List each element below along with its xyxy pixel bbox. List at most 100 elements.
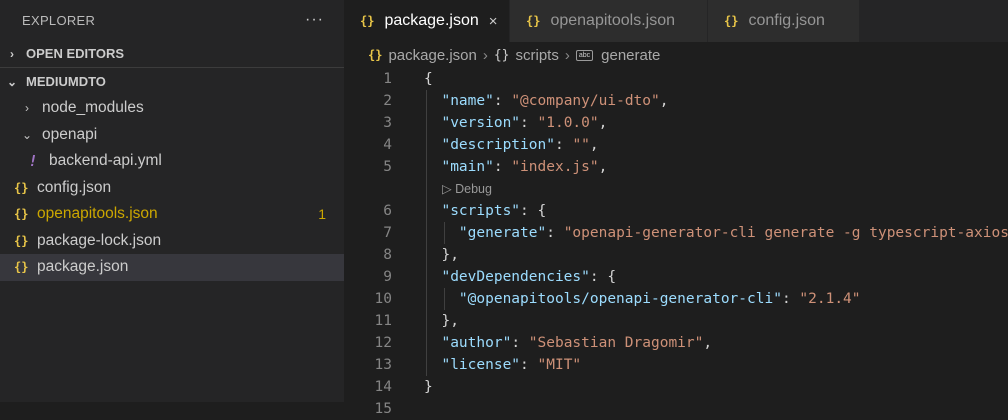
line-number: 8 bbox=[383, 247, 392, 263]
project-section[interactable]: ⌄ MEDIUMDTO bbox=[0, 67, 344, 95]
code-token: "" bbox=[572, 137, 590, 153]
tab-config-json[interactable]: {} config.json bbox=[708, 0, 860, 42]
json-file-icon: {} bbox=[360, 14, 375, 28]
code-token: : { bbox=[520, 203, 547, 219]
code-token: "scripts" bbox=[441, 203, 521, 219]
code-token: , bbox=[598, 159, 608, 175]
code-token: , bbox=[589, 137, 599, 153]
tree-item-backend-api-yml[interactable]: ! backend-api.yml bbox=[0, 148, 344, 175]
chevron-down-icon: ⌄ bbox=[6, 74, 18, 89]
code-token: , bbox=[598, 115, 608, 131]
code-token: "openapi-generator-cli generate -g types… bbox=[563, 225, 1008, 241]
code-token: : bbox=[546, 225, 564, 241]
code-token: "devDependencies" bbox=[441, 269, 590, 285]
code-token: "version" bbox=[441, 115, 521, 131]
code-token: "2.1.4" bbox=[799, 291, 861, 307]
project-label: MEDIUMDTO bbox=[26, 74, 106, 89]
code-token: "generate" bbox=[458, 225, 547, 241]
line-number: 12 bbox=[374, 335, 392, 351]
indent-guide bbox=[444, 222, 445, 244]
json-file-icon: {} bbox=[14, 260, 29, 275]
tree-item-label: backend-api.yml bbox=[49, 152, 162, 170]
tree-item-openapitools-json[interactable]: {} openapitools.json 1 bbox=[0, 201, 344, 228]
open-editors-label: OPEN EDITORS bbox=[26, 46, 125, 61]
code-line: 8 }, bbox=[344, 244, 1008, 266]
editor-tabs: {} package.json × {} openapitools.json {… bbox=[344, 0, 1008, 42]
json-file-icon: {} bbox=[526, 14, 541, 28]
tab-openapitools-json[interactable]: {} openapitools.json bbox=[510, 0, 708, 42]
tree-item-label: package-lock.json bbox=[37, 231, 162, 249]
line-number: 5 bbox=[383, 159, 392, 175]
code-token: { bbox=[424, 71, 433, 87]
code-token: : { bbox=[589, 269, 617, 285]
tab-package-json[interactable]: {} package.json × bbox=[344, 0, 510, 42]
code-token: }, bbox=[424, 247, 459, 263]
indent-guide bbox=[426, 90, 427, 376]
tree-item-label: openapitools.json bbox=[37, 205, 158, 223]
code-token: , bbox=[659, 93, 669, 109]
code-token: "name" bbox=[441, 93, 494, 109]
line-number: 3 bbox=[383, 115, 392, 131]
code-line: 12 "author": "Sebastian Dragomir", bbox=[344, 332, 1008, 354]
code-token: "index.js" bbox=[511, 159, 599, 175]
line-number: 4 bbox=[383, 137, 392, 153]
object-icon: {} bbox=[493, 47, 510, 63]
code-token: : bbox=[493, 159, 512, 175]
json-file-icon: {} bbox=[14, 180, 29, 195]
editor-area: {} package.json × {} openapitools.json {… bbox=[344, 0, 1008, 417]
code-line: 6 "scripts": { bbox=[344, 200, 1008, 222]
tab-label: config.json bbox=[748, 12, 825, 29]
code-token: } bbox=[424, 379, 433, 395]
code-token: "license" bbox=[441, 357, 521, 373]
code-token: "@openapitools/openapi-generator-cli" bbox=[458, 291, 782, 307]
tree-item-node-modules[interactable]: › node_modules bbox=[0, 95, 344, 122]
debug-codelens[interactable]: ▷ Debug bbox=[344, 178, 1008, 200]
breadcrumb-generate[interactable]: generate bbox=[601, 47, 660, 64]
vscode-window: EXPLORER ··· › OPEN EDITORS ⌄ MEDIUMDTO … bbox=[0, 0, 1008, 417]
tree-item-openapi[interactable]: ⌄ openapi bbox=[0, 122, 344, 149]
code-line: 13 "license": "MIT" bbox=[344, 354, 1008, 376]
tree-item-package-json[interactable]: {} package.json bbox=[0, 254, 344, 281]
tree-item-label: config.json bbox=[37, 178, 112, 196]
code-token: : bbox=[781, 291, 800, 307]
line-number: 6 bbox=[383, 203, 392, 219]
explorer-header: EXPLORER ··· bbox=[0, 0, 344, 40]
json-file-icon: {} bbox=[368, 48, 383, 62]
line-number: 14 bbox=[374, 379, 392, 395]
code-token: "MIT" bbox=[537, 357, 582, 373]
code-line: 9 "devDependencies": { bbox=[344, 266, 1008, 288]
code-token: "@company/ui-dto" bbox=[511, 93, 660, 109]
code-token: : bbox=[520, 115, 538, 131]
code-line: 3 "version": "1.0.0", bbox=[344, 112, 1008, 134]
code-token: : bbox=[511, 335, 529, 351]
tree-item-label: node_modules bbox=[42, 99, 144, 117]
tree-item-package-lock-json[interactable]: {} package-lock.json bbox=[0, 228, 344, 255]
open-editors-section[interactable]: › OPEN EDITORS bbox=[0, 40, 344, 67]
more-actions-icon[interactable]: ··· bbox=[305, 11, 324, 29]
code-line: 5 "main": "index.js", bbox=[344, 156, 1008, 178]
breadcrumb-file[interactable]: package.json bbox=[388, 47, 476, 64]
code-line: 4 "description": "", bbox=[344, 134, 1008, 156]
code-token: "main" bbox=[441, 159, 494, 175]
debug-label[interactable]: ▷ Debug bbox=[442, 178, 492, 200]
explorer-title: EXPLORER bbox=[22, 12, 96, 28]
code-token: }, bbox=[424, 313, 459, 329]
chevron-right-icon: › bbox=[564, 46, 570, 64]
tree-item-label: openapi bbox=[42, 125, 98, 143]
code-token: : bbox=[554, 137, 573, 153]
code-line: 2 "name": "@company/ui-dto", bbox=[344, 90, 1008, 112]
code-line: 14} bbox=[344, 376, 1008, 398]
line-number: 11 bbox=[374, 313, 392, 329]
explorer-sidebar: EXPLORER ··· › OPEN EDITORS ⌄ MEDIUMDTO … bbox=[0, 0, 344, 402]
breadcrumb: {} package.json › {} scripts › abc gener… bbox=[344, 42, 1008, 68]
code-editor[interactable]: 1{2 "name": "@company/ui-dto", 3 "version… bbox=[344, 68, 1008, 420]
line-number: 2 bbox=[383, 93, 392, 109]
breadcrumb-scripts[interactable]: scripts bbox=[516, 47, 559, 64]
codelens-spacer bbox=[344, 178, 442, 200]
line-number: 10 bbox=[374, 291, 392, 307]
tree-item-config-json[interactable]: {} config.json bbox=[0, 175, 344, 202]
code-token: "description" bbox=[441, 137, 555, 153]
close-icon[interactable]: × bbox=[489, 13, 498, 30]
code-token: , bbox=[703, 335, 713, 351]
